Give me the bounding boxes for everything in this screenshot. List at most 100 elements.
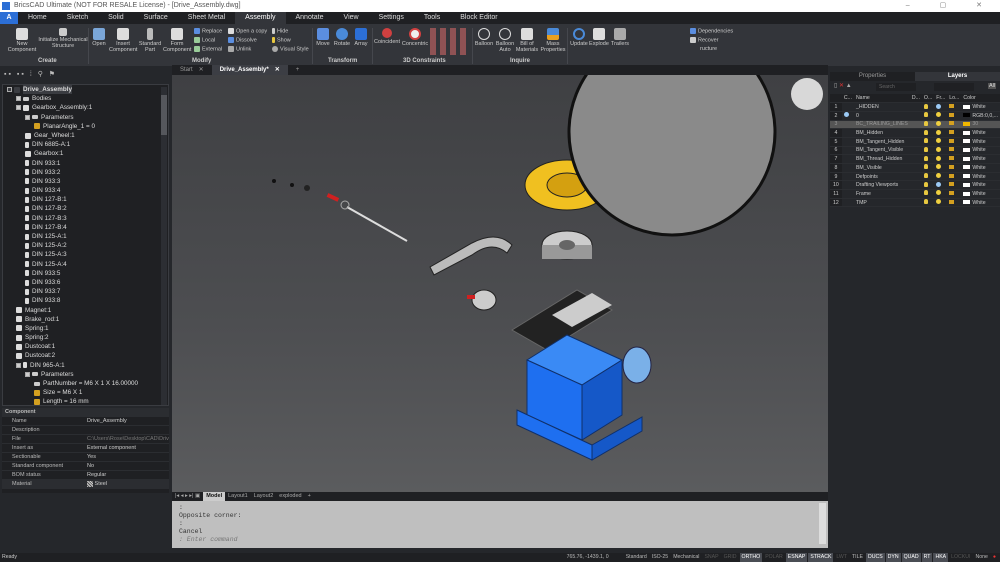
layout-tab[interactable]: Layout1 [225, 492, 251, 501]
status-toggle[interactable]: LWT [834, 553, 849, 562]
tree-node[interactable]: Spring:1 [3, 324, 168, 333]
tree-node[interactable]: DIN 127-B:3 [3, 214, 168, 223]
tree-node[interactable]: Spring:2 [3, 333, 168, 342]
delete-layer-icon[interactable]: ✕ [839, 83, 844, 89]
current-cell[interactable] [841, 154, 854, 164]
current-cell[interactable] [841, 137, 854, 147]
layer-name[interactable]: BM_Tangent_Hidden [853, 137, 910, 147]
trailers-button[interactable]: Trailers [609, 26, 631, 47]
current-cell[interactable] [841, 189, 854, 199]
lock-icon[interactable] [949, 121, 955, 126]
lock-icon[interactable] [949, 190, 955, 195]
layer-row[interactable]: 4 BM_Hidden White [830, 128, 1000, 138]
lock-icon[interactable] [949, 147, 955, 152]
menu-tab-settings[interactable]: Settings [369, 12, 414, 24]
layer-row[interactable]: 5 BM_Tangent_Hidden White [830, 137, 1000, 147]
column-header[interactable]: Color [961, 94, 1000, 104]
menu-tab-surface[interactable]: Surface [134, 12, 178, 24]
freeze-cell[interactable] [934, 198, 948, 208]
layer-name[interactable]: _HIDDEN [853, 102, 910, 112]
property-row[interactable]: Standard component No [2, 462, 169, 471]
update-button[interactable]: Update [569, 26, 589, 47]
replace-button[interactable]: Replace [194, 28, 222, 34]
expand-toggle-icon[interactable] [16, 362, 21, 368]
on-cell[interactable] [921, 180, 935, 191]
status-toggle[interactable]: DYN [885, 553, 901, 562]
property-value[interactable]: External component [87, 444, 169, 452]
on-bulb-icon[interactable] [923, 138, 928, 144]
freeze-sun-icon[interactable] [936, 155, 942, 161]
lock-cell[interactable] [947, 154, 962, 164]
menu-tab-solid[interactable]: Solid [98, 12, 134, 24]
current-cell[interactable] [841, 102, 854, 112]
lock-cell[interactable] [947, 128, 962, 138]
status-toggle[interactable]: ISO-25 [650, 553, 670, 562]
document-tab[interactable]: Start ✕ [172, 65, 212, 75]
freeze-cell[interactable] [934, 128, 948, 138]
status-toggle[interactable]: DUCS [865, 553, 885, 562]
layer-name[interactable]: 0 [853, 111, 910, 121]
tree-node[interactable]: DIN 6885-A:1 [3, 140, 168, 149]
tree-node[interactable]: Dustcoat:1 [3, 342, 168, 351]
freeze-cell[interactable] [934, 163, 948, 173]
expand-toggle-icon[interactable] [16, 96, 21, 102]
lock-cell[interactable] [947, 102, 962, 112]
on-bulb-icon[interactable] [923, 190, 928, 196]
concentric-button[interactable]: Concentric [401, 26, 429, 47]
status-toggle[interactable]: SNAP [702, 553, 720, 562]
on-bulb-icon[interactable] [923, 155, 928, 161]
insert-component-button[interactable]: Insert Component [109, 26, 137, 53]
color-cell[interactable]: White [961, 137, 1000, 147]
move-button[interactable]: Move [314, 26, 332, 47]
status-toggle[interactable]: Mechanical [671, 553, 701, 562]
tree-node[interactable]: Gearbox_Assembly:1 [3, 103, 168, 112]
menu-tab-sheet-metal[interactable]: Sheet Metal [178, 12, 235, 24]
dependencies-button[interactable]: Dependencies [690, 28, 733, 34]
tree-node[interactable]: Length = 16 mm [3, 397, 168, 405]
freeze-cell[interactable] [934, 146, 948, 156]
new-layer-icon[interactable]: ▯ [834, 83, 837, 89]
balloon-button[interactable]: Balloon [474, 26, 494, 47]
tree-node[interactable]: DIN 127-B:4 [3, 223, 168, 232]
lock-icon[interactable] [949, 130, 955, 135]
lock-icon[interactable] [949, 173, 955, 178]
tree-node[interactable]: Parameters [3, 113, 168, 122]
current-cell[interactable] [841, 128, 854, 138]
new-tab-button[interactable]: + [288, 65, 308, 75]
lock-cell[interactable] [947, 198, 962, 208]
local-button[interactable]: Local [194, 37, 215, 43]
layer-row[interactable]: 2 0 RGB:0,0,... [830, 111, 1000, 121]
lock-icon[interactable] [949, 112, 955, 117]
on-bulb-icon[interactable] [923, 129, 928, 135]
layer-name[interactable]: BM_Visible [853, 163, 910, 173]
property-row[interactable]: Name Drive_Assembly [2, 417, 169, 426]
color-cell[interactable]: White [961, 172, 1000, 182]
status-toggle[interactable]: LOCKUI [949, 553, 972, 562]
set-current-icon[interactable]: ▲ [846, 83, 852, 89]
on-cell[interactable] [921, 111, 935, 121]
status-toggle[interactable]: QUAD [901, 553, 921, 562]
layer-name[interactable]: Frame [853, 189, 910, 199]
on-cell[interactable] [921, 102, 935, 112]
command-input[interactable]: : Enter command [179, 536, 821, 544]
tree-node[interactable]: DIN 125-A:3 [3, 250, 168, 259]
layer-name[interactable]: TMP [853, 198, 910, 208]
visual-style-button[interactable]: Visual Style [272, 46, 309, 52]
lock-cell[interactable] [947, 137, 962, 147]
lock-icon[interactable] [949, 182, 955, 187]
color-cell[interactable]: White [961, 198, 1000, 208]
lock-icon[interactable] [949, 138, 955, 143]
on-cell[interactable] [921, 172, 935, 182]
assembly-tree[interactable]: Drive_Assembly Bodies Gearbox_Assembly:1 Pa… [2, 84, 169, 406]
freeze-sun-icon[interactable] [936, 129, 942, 135]
tree-node[interactable]: Bodies [3, 94, 168, 103]
freeze-sun-icon[interactable] [936, 120, 942, 126]
menu-tab-annotate[interactable]: Annotate [286, 12, 334, 24]
freeze-sun-icon[interactable] [936, 164, 942, 170]
tree-node[interactable]: DIN 127-B:2 [3, 204, 168, 213]
tree-node[interactable]: DIN 933:3 [3, 177, 168, 186]
layer-row[interactable]: 7 BM_Thread_Hidden White [830, 154, 1000, 164]
expand-toggle-icon[interactable] [25, 371, 30, 377]
on-bulb-icon[interactable] [923, 103, 928, 109]
app-menu-button[interactable]: A [0, 12, 18, 24]
